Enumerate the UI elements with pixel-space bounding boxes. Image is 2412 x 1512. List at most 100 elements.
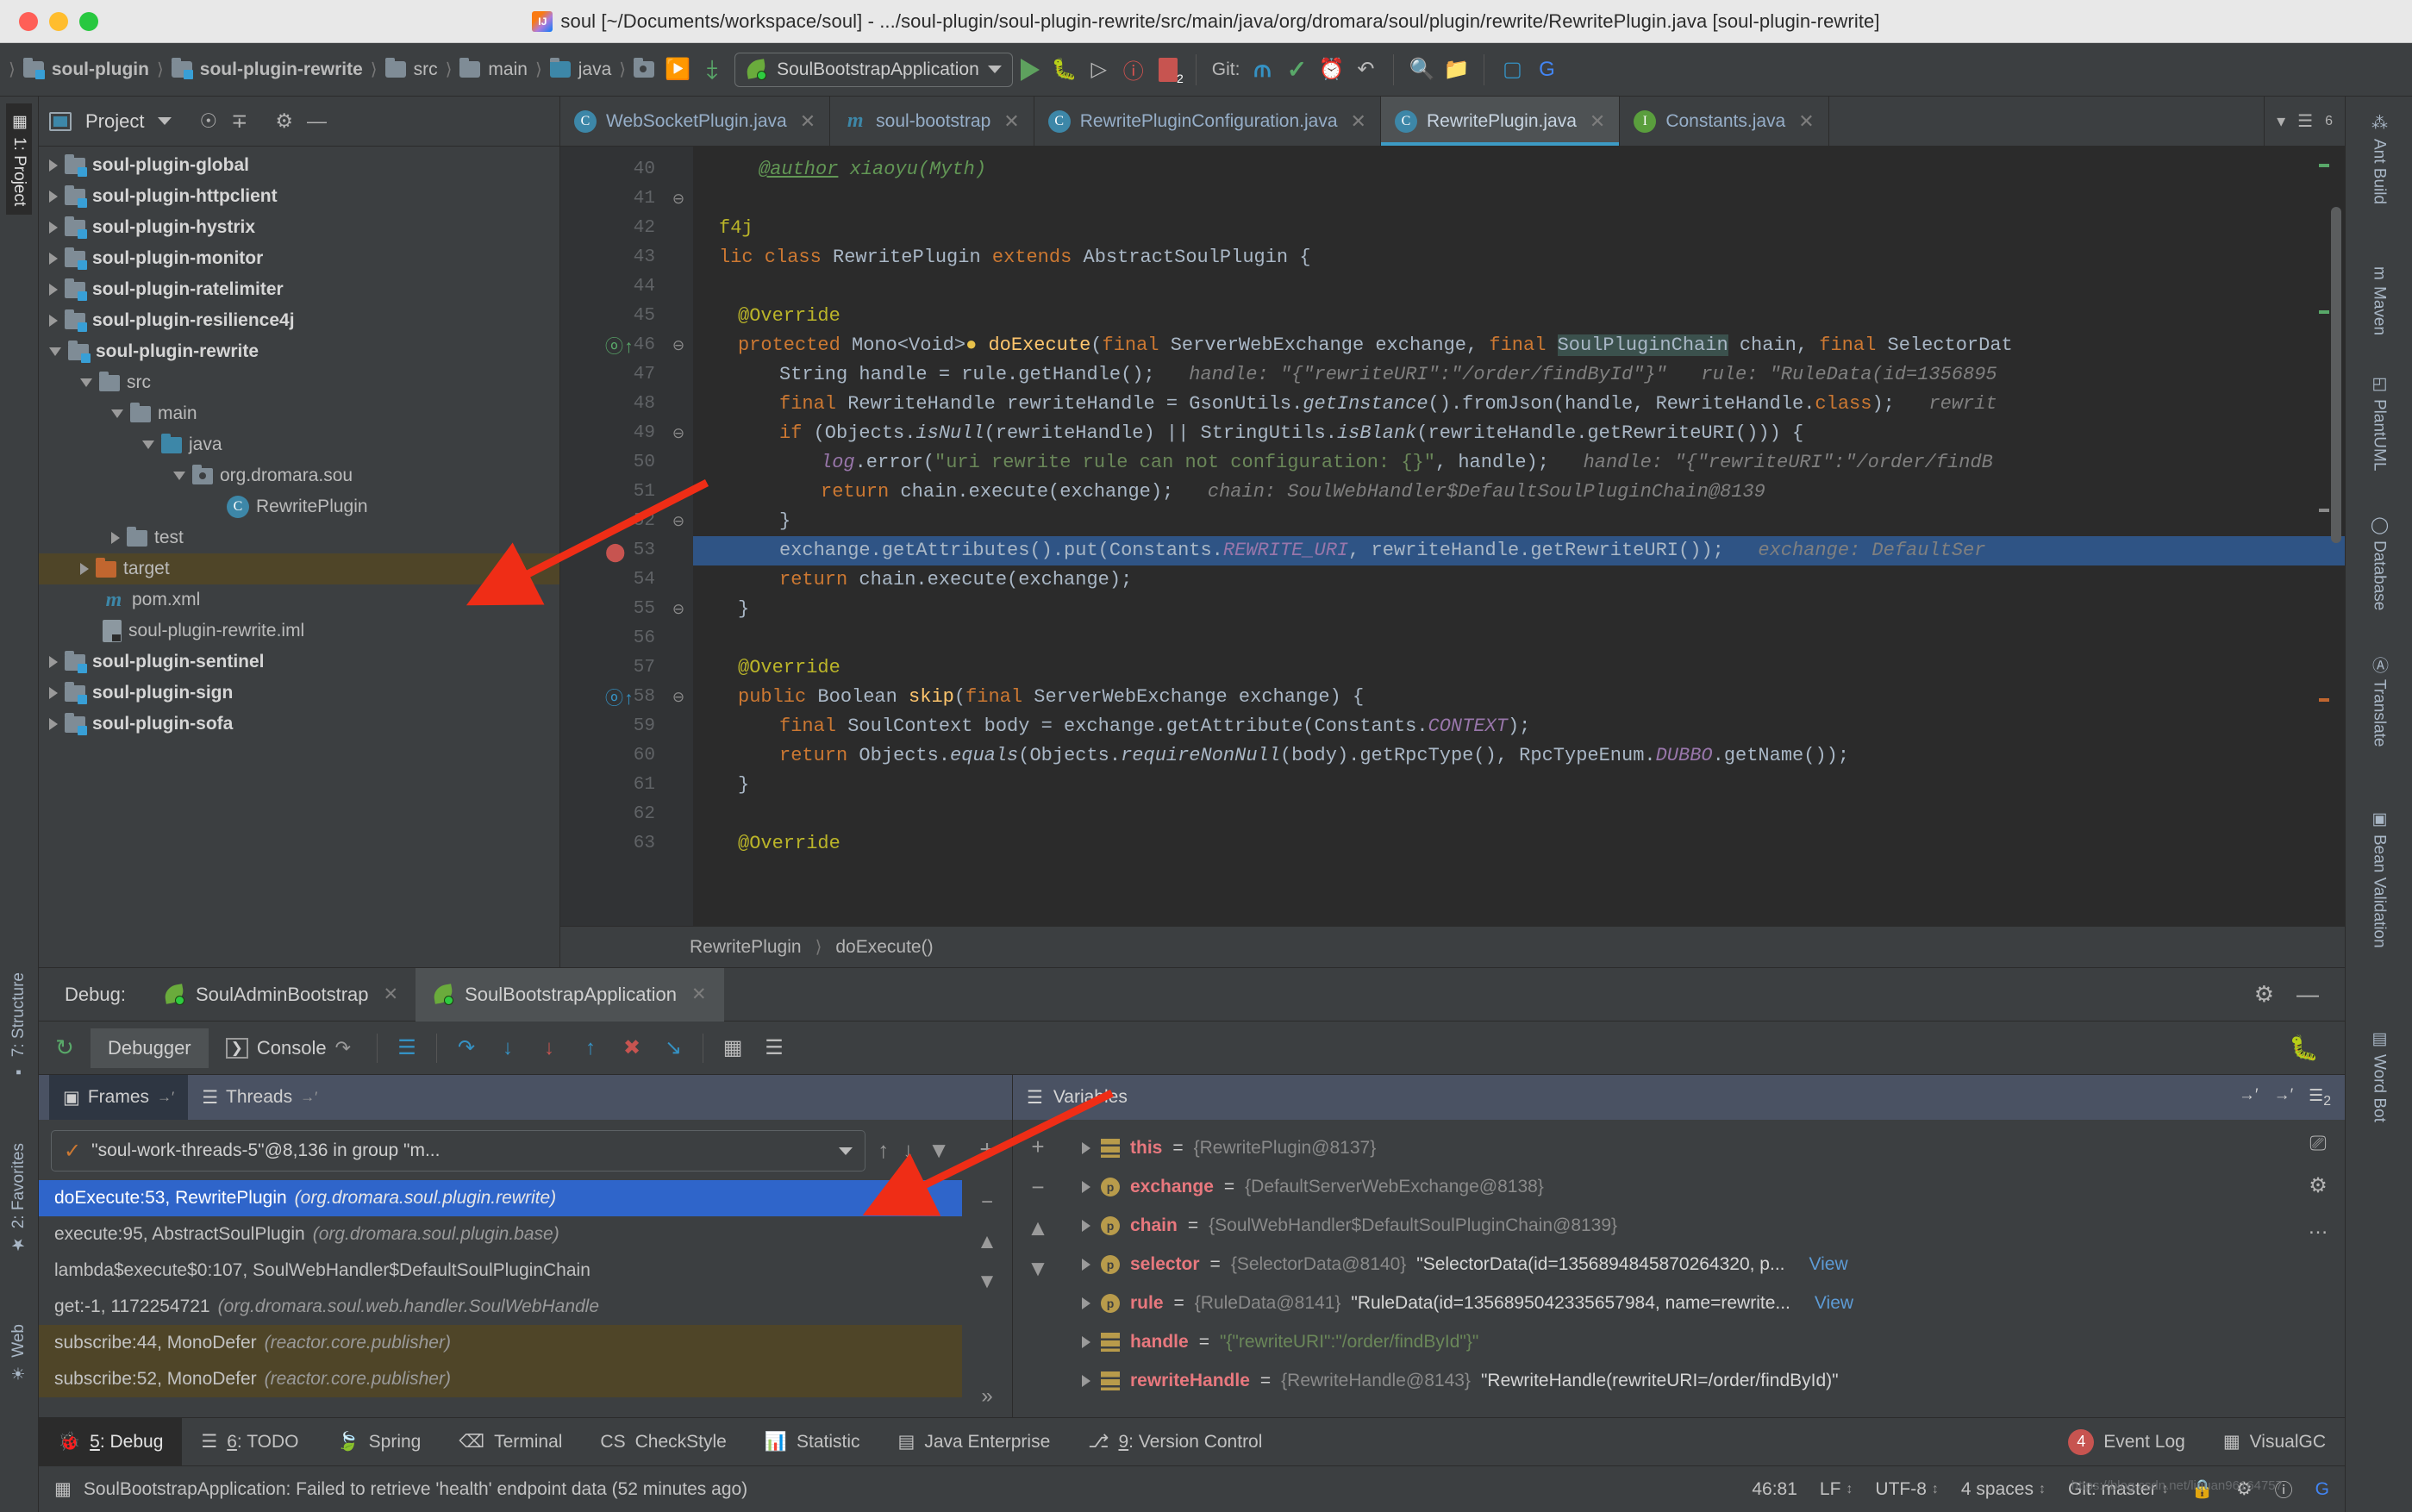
right-strip-database[interactable]: ◯ Database: [2370, 515, 2389, 610]
code-line[interactable]: protected Mono<Void>● doExecute(final Se…: [693, 331, 2345, 360]
fold-marker[interactable]: ⊖: [664, 331, 693, 360]
fold-marker[interactable]: [664, 624, 693, 653]
line-number[interactable]: 61: [560, 771, 664, 800]
fold-marker[interactable]: [664, 302, 693, 331]
gear-icon[interactable]: ⚙: [2309, 1173, 2328, 1198]
tree-row[interactable]: soul-plugin-httpclient: [39, 181, 559, 212]
fold-marker[interactable]: [664, 243, 693, 272]
variable-row[interactable]: p rule = {RuleData@8141} "RuleData(id=135689…: [1063, 1284, 2291, 1322]
line-number[interactable]: 51: [560, 478, 664, 507]
variables-list[interactable]: this = {RewritePlugin@8137} p exchange = {Defa…: [1063, 1120, 2291, 1417]
code-line[interactable]: final RewriteHandle rewriteHandle = Gson…: [693, 390, 2345, 419]
line-number[interactable]: 41: [560, 184, 664, 214]
evaluate-expression-icon[interactable]: ▦: [712, 1028, 753, 1068]
debug-button[interactable]: 🐛: [1047, 53, 1082, 87]
code-line[interactable]: return Objects.equals(Objects.requireNon…: [693, 741, 2345, 771]
code-folding-column[interactable]: ⊖ ⊖ ⊖ ⊖ ⊖ ⊖: [664, 147, 693, 926]
attach-debugger-button[interactable]: ⓘ: [1116, 53, 1151, 87]
tree-row[interactable]: main: [39, 398, 559, 429]
code-line[interactable]: exchange.getAttributes().put(Constants.R…: [693, 536, 2345, 565]
breadcrumb-class[interactable]: RewritePlugin: [690, 937, 802, 958]
translate-icon[interactable]: ▢: [1495, 53, 1529, 87]
expand-triangle-icon[interactable]: [80, 563, 89, 575]
code-line[interactable]: @Override: [693, 302, 2345, 331]
code-line[interactable]: public Boolean skip(final ServerWebExcha…: [693, 683, 2345, 712]
breadcrumb-method[interactable]: doExecute(): [835, 937, 933, 958]
tree-row[interactable]: C RewritePlugin: [39, 491, 559, 522]
tab-threads[interactable]: ☰ Threads →′: [188, 1075, 331, 1120]
code-line[interactable]: @Override: [693, 653, 2345, 683]
status-message[interactable]: ▦ SoulBootstrapApplication: Failed to re…: [54, 1478, 747, 1500]
variable-row[interactable]: handle = "{"rewriteURI":"/order/findById"}…: [1063, 1322, 2291, 1361]
collapse-triangle-icon[interactable]: [142, 440, 154, 449]
line-number[interactable]: ⓞ↑ 58: [560, 683, 664, 712]
sidebar-item-project[interactable]: ▦ 1: Project: [6, 103, 32, 216]
expand-triangle-icon[interactable]: [49, 718, 58, 730]
collapse-triangle-icon[interactable]: [111, 409, 123, 418]
google-icon[interactable]: G: [2315, 1479, 2329, 1500]
stack-frame-row[interactable]: subscribe:44, MonoDefer (reactor.core.pub…: [39, 1325, 962, 1361]
fold-marker[interactable]: ⊖: [664, 184, 693, 214]
variable-row[interactable]: p chain = {SoulWebHandler$DefaultSoulPlugin…: [1063, 1206, 2291, 1245]
caret-position[interactable]: 46:81: [1752, 1479, 1797, 1500]
tool-window-eventlog[interactable]: 4 Event Log: [2049, 1418, 2204, 1466]
fold-marker[interactable]: [664, 272, 693, 302]
gear-icon[interactable]: ⚙: [2254, 981, 2274, 1008]
line-number[interactable]: 52: [560, 507, 664, 536]
code-line[interactable]: [693, 624, 2345, 653]
tree-row[interactable]: soul-plugin-sentinel: [39, 647, 559, 678]
tree-row[interactable]: target: [39, 553, 559, 584]
debug-session-soul-bootstrap-application[interactable]: SoulBootstrapApplication ✕: [416, 967, 724, 1022]
fold-marker[interactable]: [664, 653, 693, 683]
code-line[interactable]: f4j: [693, 214, 2345, 243]
scroll-down-icon[interactable]: ▼: [977, 1270, 997, 1294]
drop-frame-icon[interactable]: ✖: [611, 1028, 653, 1068]
code-area[interactable]: @author xiaoyu(Myth) f4j lic class Rewrite…: [693, 147, 2345, 926]
sidebar-item-web[interactable]: ☀ Web: [9, 1324, 28, 1383]
show-execution-point-icon[interactable]: ☰: [386, 1028, 428, 1068]
expand-triangle-icon[interactable]: [1082, 1335, 1090, 1348]
tree-row[interactable]: java: [39, 429, 559, 460]
move-up-icon[interactable]: ↑: [878, 1137, 889, 1164]
run-to-cursor-icon[interactable]: ↘: [653, 1028, 694, 1068]
hide-icon[interactable]: —: [307, 109, 327, 133]
tree-row[interactable]: test: [39, 522, 559, 553]
tree-row[interactable]: m pom.xml: [39, 584, 559, 615]
tree-row[interactable]: soul-plugin-sofa: [39, 709, 559, 740]
soft-wrap-icon[interactable]: ↷: [335, 1037, 351, 1059]
line-number[interactable]: 40: [560, 155, 664, 184]
scroll-down-icon[interactable]: ▼: [1027, 1255, 1049, 1282]
filter-icon[interactable]: ▼: [928, 1137, 950, 1164]
fold-marker[interactable]: [664, 360, 693, 390]
code-line[interactable]: log.error("uri rewrite rule can not conf…: [693, 448, 2345, 478]
git-rollback-icon[interactable]: ↶: [1348, 53, 1383, 87]
code-line[interactable]: [693, 800, 2345, 829]
stack-frame-row[interactable]: subscribe:52, MonoDefer (reactor.core.pub…: [39, 1361, 962, 1397]
line-number[interactable]: 62: [560, 800, 664, 829]
variable-row[interactable]: rewriteHandle = {RewriteHandle@8143} "Rewri…: [1063, 1361, 2291, 1400]
fold-marker[interactable]: ⊖: [664, 683, 693, 712]
tool-window-visualgc[interactable]: ▦ VisualGC: [2204, 1418, 2345, 1466]
tree-row[interactable]: soul-plugin-global: [39, 150, 559, 181]
fold-marker[interactable]: [664, 712, 693, 741]
tool-window-checkstyle[interactable]: CS CheckStyle: [581, 1418, 745, 1466]
fold-marker[interactable]: [664, 536, 693, 565]
code-line[interactable]: [693, 184, 2345, 214]
view-link[interactable]: View: [1815, 1293, 1853, 1314]
line-number[interactable]: 42: [560, 214, 664, 243]
collapse-icon[interactable]: →′: [2274, 1086, 2294, 1109]
code-line[interactable]: @author xiaoyu(Myth): [693, 155, 2345, 184]
move-down-icon[interactable]: ↓: [903, 1137, 914, 1164]
add-watch-icon[interactable]: +: [1031, 1134, 1044, 1160]
right-strip-beanvalidation[interactable]: ▣ Bean Validation: [2370, 809, 2389, 948]
rerun-icon[interactable]: ↻: [39, 1034, 91, 1061]
expand-triangle-icon[interactable]: [111, 532, 120, 544]
code-line[interactable]: final SoulContext body = exchange.getAtt…: [693, 712, 2345, 741]
line-number[interactable]: 47: [560, 360, 664, 390]
stack-frame-row[interactable]: lambda$execute$0:107, SoulWebHandler$Def…: [39, 1253, 962, 1289]
code-line[interactable]: lic class RewritePlugin extends Abstract…: [693, 243, 2345, 272]
line-number[interactable]: ⓞ↑ 46: [560, 331, 664, 360]
expand-triangle-icon[interactable]: [49, 253, 58, 265]
line-number[interactable]: 60: [560, 741, 664, 771]
expand-triangle-icon[interactable]: [1082, 1219, 1090, 1232]
